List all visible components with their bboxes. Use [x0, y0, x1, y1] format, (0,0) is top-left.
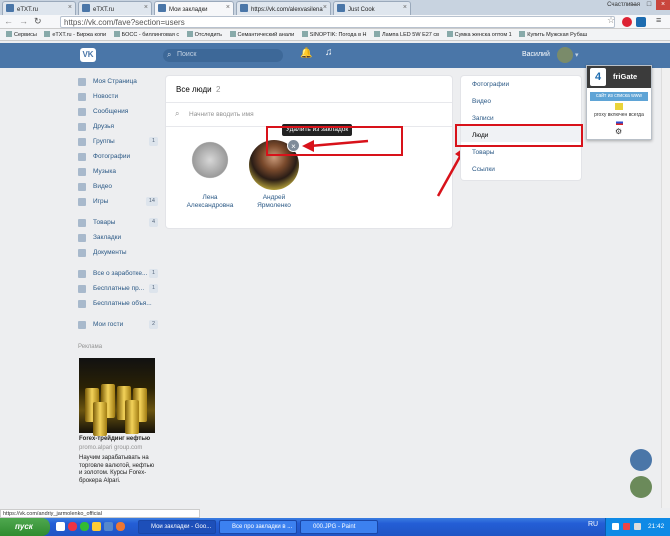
- frigate-logo-icon: 4: [590, 68, 606, 86]
- menu-item-goods[interactable]: Товары: [472, 149, 494, 156]
- flag-icon[interactable]: [616, 120, 623, 125]
- menu-item-links[interactable]: Ссылки: [472, 166, 495, 173]
- taskbar-window-paint[interactable]: 000.JPG - Paint: [300, 520, 378, 534]
- quicklaunch-icon[interactable]: [116, 522, 125, 531]
- scrollbar[interactable]: [661, 68, 670, 508]
- frigate-proxy-label: proxy включен всегда: [594, 112, 644, 118]
- taskbar-window-label: 000.JPG - Paint: [313, 524, 356, 530]
- frigate-title: friGate: [613, 72, 638, 81]
- smile-icon: [615, 103, 623, 110]
- menu-item-photos[interactable]: Фотографии: [472, 81, 509, 88]
- arrow-head-icon: [302, 140, 314, 152]
- taskbar-window-chrome[interactable]: Все про закладки в ...: [219, 520, 297, 534]
- system-tray: 21:42: [605, 518, 670, 536]
- volume-icon[interactable]: [634, 523, 641, 530]
- taskbar-window-label: Все про закладки в ...: [232, 524, 293, 530]
- start-label: пуск: [15, 522, 33, 531]
- quicklaunch-icon[interactable]: [80, 522, 89, 531]
- annotation-arrow-left: [309, 139, 369, 148]
- clock[interactable]: 21:42: [648, 523, 664, 530]
- taskbar-window-chrome[interactable]: Мои закладки - Goo...: [138, 520, 216, 534]
- tray-icon[interactable]: [623, 523, 630, 530]
- menu-item-video[interactable]: Видео: [472, 98, 491, 105]
- start-button[interactable]: пуск: [0, 518, 50, 536]
- frigate-header: 4 friGate: [587, 66, 651, 88]
- quicklaunch-icon[interactable]: [92, 522, 101, 531]
- status-url: https://vk.com/andriy_jarmolenko_officia…: [0, 509, 200, 518]
- taskbar-window-label: Мои закладки - Goo...: [151, 524, 212, 530]
- quicklaunch-icon[interactable]: [104, 522, 113, 531]
- settings-icon[interactable]: ⚙: [615, 127, 622, 136]
- menu-item-posts[interactable]: Записи: [472, 115, 494, 122]
- taskbar: пуск Мои закладки - Goo... Все про закла…: [0, 518, 670, 536]
- annotation-arrow-up: [436, 152, 464, 197]
- vk-side-icon[interactable]: [630, 449, 652, 471]
- annotation-highlight-box: [455, 124, 583, 147]
- language-indicator[interactable]: RU: [588, 521, 598, 528]
- avatar[interactable]: [630, 476, 652, 498]
- quicklaunch-icon[interactable]: [68, 522, 77, 531]
- quicklaunch-icon[interactable]: [56, 522, 65, 531]
- tray-icon[interactable]: [612, 523, 619, 530]
- frigate-popup: 4 friGate сайт из списка www proxy включ…: [586, 65, 652, 140]
- frigate-status: сайт из списка www: [590, 92, 648, 101]
